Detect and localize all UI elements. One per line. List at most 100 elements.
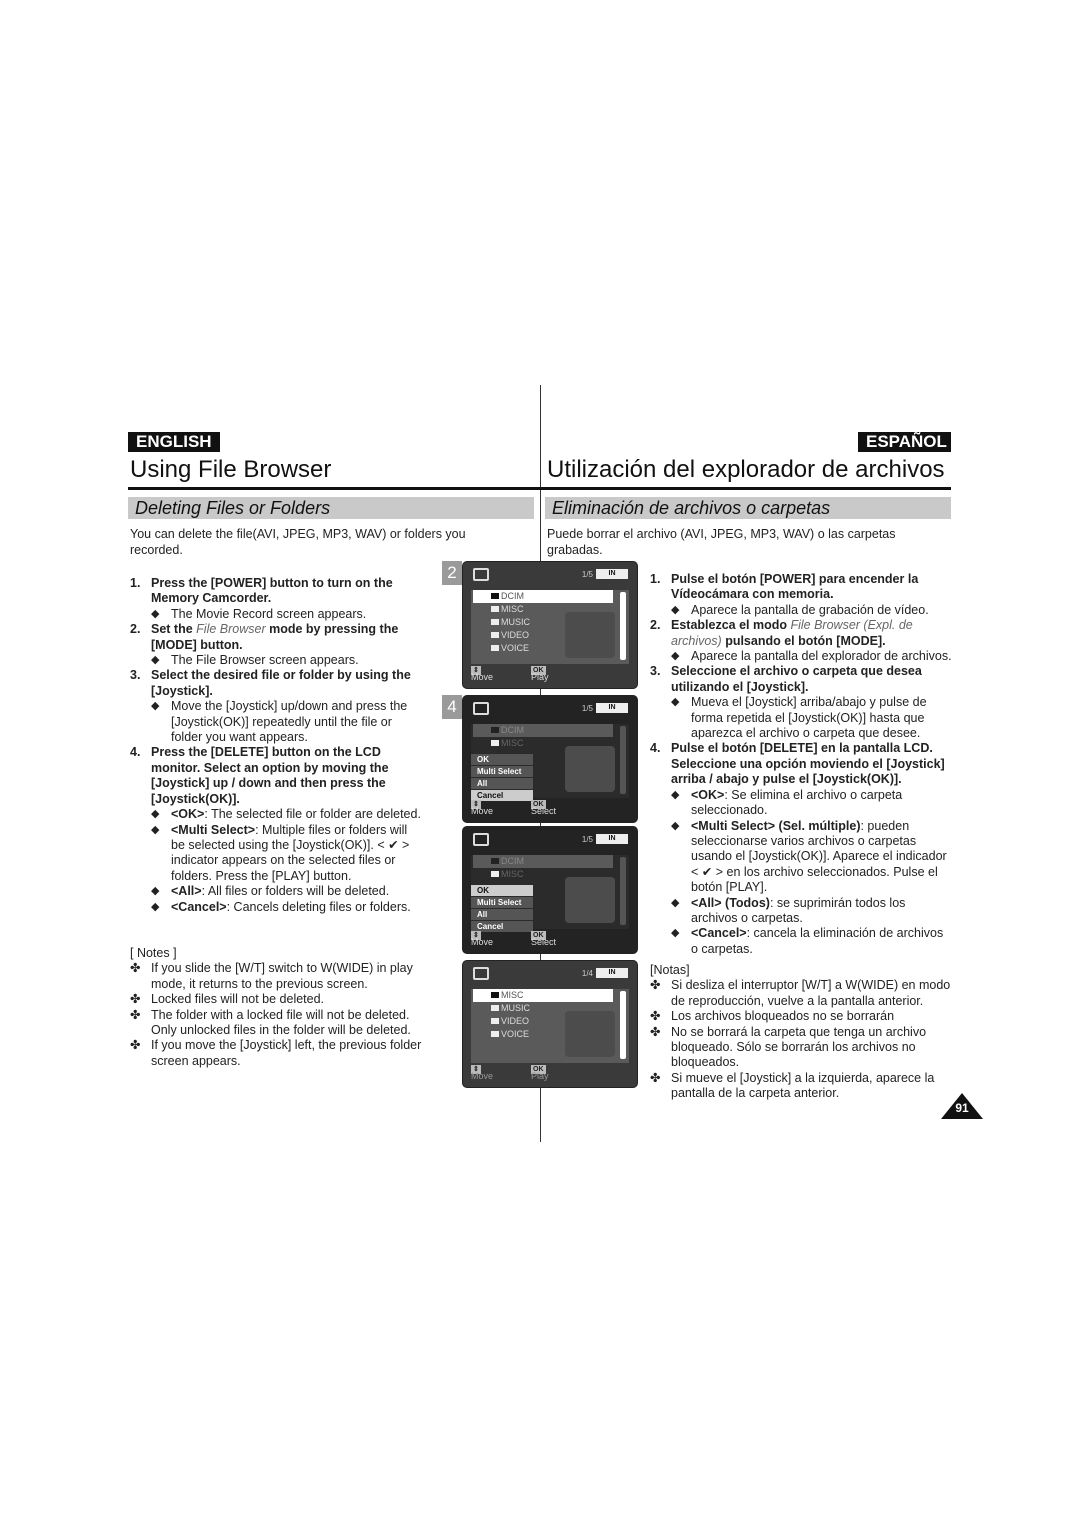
section-heading-spanish: Eliminación de archivos o carpetas [545,497,951,519]
note-item: ✤ If you move the [Joystick] left, the pr… [130,1038,430,1069]
folder-browser-icon [473,702,489,715]
notes-title: [ Notes ] [130,946,177,960]
step-2: 2. Set the File Browser mode by pressing … [130,622,422,653]
delete-option[interactable]: Multi Select [471,897,533,908]
bullet-label: <OK> [171,807,205,822]
title-rule [128,487,951,490]
bullet-body: The File Browser screen appears. [171,653,359,668]
lcd-screen-1: 1/5 IN DCIM MISC MUSIC VIDEO VOICE ⇕ Move OK Play [462,561,638,689]
step-3: 3. Seleccione el archivo o carpeta que de… [650,664,952,695]
bullet-text: Aparece la pantalla del explorador de ar… [691,649,952,664]
delete-menu: OK Multi Select All Cancel [471,754,533,802]
note-item: ✤ Si mueve el [Joystick] a la izquierda, … [650,1071,952,1102]
note-bullet-icon: ✤ [130,1038,141,1053]
diamond-bullet-icon: ◆ [671,603,680,616]
note-item: ✤ No se borrará la carpeta que tenga un a… [650,1025,952,1071]
step-bullet: ◆ The Movie Record screen appears. [151,607,422,622]
file-counter: 1/5 [581,704,593,713]
diamond-bullet-icon: ◆ [671,819,680,832]
step-bullet: ◆ Move the [Joystick] up/down and press t… [151,699,422,745]
step-number: 1. [650,572,661,586]
move-label: Move [471,937,494,947]
note-text: If you slide the [W/T] switch to W(WIDE)… [151,961,413,991]
screen-footer: ⇕ Move OK Play [463,1065,637,1087]
intro-english: You can delete the file(AVI, JPEG, MP3, … [130,527,466,557]
notes-english: [ Notes ] ✤ If you slide the [W/T] switch … [130,946,430,1069]
note-item: ✤ If you slide the [W/T] switch to W(WIDE… [130,961,430,992]
delete-option[interactable]: OK [471,885,533,896]
lcd-screen-2: 1/5 IN DCIM MISC OK Multi Select All Cancel ⇕ Mov… [462,695,638,823]
step-1: 1. Press the [POWER] button to turn on th… [130,576,422,607]
screen-status-bar: 1/5 IN [463,827,637,853]
delete-menu: OK Multi Select All Cancel [471,885,533,933]
step-number: 3. [130,668,141,683]
action-label: Play [531,1071,549,1081]
step-text: Pulse el botón [DELETE] en la pantalla L… [671,741,952,787]
note-bullet-icon: ✤ [650,1024,661,1039]
note-bullet-icon: ✤ [650,978,661,993]
folder-row: MISC [473,989,613,1002]
note-item: ✤ Locked files will not be deleted. [130,992,430,1007]
large-folder-icon [565,877,615,923]
note-text: The folder with a locked file will not b… [151,1007,411,1038]
diamond-bullet-icon: ◆ [151,607,160,620]
bullet-body: : Cancels deleting files or folders. [226,899,411,914]
step-bullet: ◆ <All> (Todos): se suprimirán todos los … [671,896,952,927]
note-item: ✤ The folder with a locked file will not … [130,1008,430,1039]
delete-option[interactable]: All [471,909,533,920]
step-text: Pulse el botón [POWER] para encender la … [671,572,952,603]
step-text: Press the [DELETE] button on the LCD mon… [151,745,422,807]
step-text-pre: Set the [151,622,197,637]
bullet-label: <OK> [691,787,725,802]
file-counter: 1/5 [581,835,593,844]
bullet-body: Aparece la pantalla de grabación de víde… [691,602,929,617]
step-text: Select the desired file or folder by usi… [151,668,422,699]
folder-row: MUSIC [473,1002,613,1015]
note-text: Si desliza el interruptor [W/T] a W(WIDE… [671,978,951,1008]
folder-row: MISC [473,868,613,881]
folder-row: VIDEO [473,629,613,642]
note-bullet-icon: ✤ [130,992,141,1007]
screen-status-bar: 1/4 IN [463,961,637,987]
bullet-text: Aparece la pantalla de grabación de víde… [691,603,929,618]
step-text-post: pulsando el botón [MODE]. [721,633,886,648]
folder-browser-icon [473,833,489,846]
move-label: Move [471,1071,494,1081]
bullet-text: Move the [Joystick] up/down and press th… [171,699,422,745]
folder-list: DCIM MISC OK Multi Select All Cancel [471,855,629,932]
step-bullet: ◆ <OK>: The selected file or folder are d… [151,807,422,822]
memory-battery-icon: IN [596,968,628,978]
folder-row: DCIM [473,855,613,868]
diamond-bullet-icon: ◆ [671,650,680,663]
page-number: 91 [941,1093,983,1119]
bullet-text: Mueva el [Joystick] arriba/abajo y pulse… [691,695,952,741]
step-bullet: ◆ <Cancel>: cancela la eliminación de arc… [671,926,952,957]
note-text: Los archivos bloqueados no se borrarán [671,1009,895,1024]
step-text: Set the File Browser mode by pressing th… [151,622,422,653]
folder-list: MISC MUSIC VIDEO VOICE [471,989,629,1063]
bullet-label: <Multi Select> (Sel. múltiple) [691,818,861,833]
notes-title: [Notas] [650,963,690,977]
note-item: ✤ Los archivos bloqueados no se borrarán [650,1009,952,1024]
page-number-text: 91 [955,1101,969,1115]
diamond-bullet-icon: ◆ [671,896,680,909]
note-bullet-icon: ✤ [650,1009,661,1024]
delete-option[interactable]: OK [471,754,533,765]
note-bullet-icon: ✤ [130,1007,141,1022]
step-text-pre: Pulse el botón [POWER] para encender la … [671,572,919,602]
step-bullet: ◆ <Multi Select> (Sel. múltiple): pueden … [671,819,952,896]
step-number: 1. [130,576,141,590]
delete-option[interactable]: Multi Select [471,766,533,777]
diamond-bullet-icon: ◆ [671,696,680,709]
delete-option[interactable]: All [471,778,533,789]
action-label: Play [531,672,549,682]
step-bullet: ◆ <Cancel>: Cancels deleting files or fol… [151,900,422,915]
screen-footer: ⇕ Move OK Select [463,800,637,822]
folder-browser-icon [473,568,489,581]
folder-row: VIDEO [473,1015,613,1028]
memory-battery-icon: IN [596,569,628,579]
diamond-bullet-icon: ◆ [151,885,160,898]
bullet-label: <Cancel> [691,926,747,941]
bullet-body: Move the [Joystick] up/down and press th… [171,699,408,745]
large-folder-icon [565,746,615,792]
